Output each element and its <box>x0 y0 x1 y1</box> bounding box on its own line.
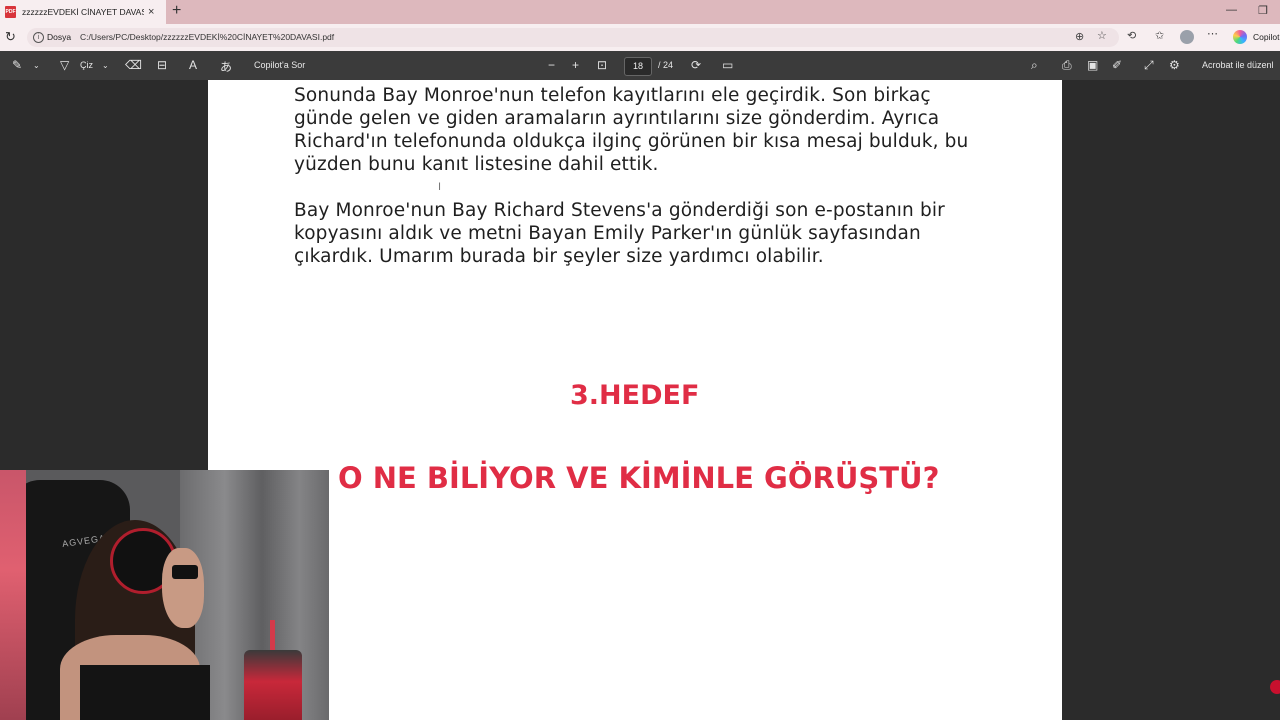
page-number-input[interactable]: 18 <box>624 57 652 76</box>
restore-icon[interactable]: ❐ <box>1258 4 1268 17</box>
text-icon[interactable]: ⊟ <box>157 58 167 72</box>
print-icon[interactable]: ⎙ <box>1062 58 1072 73</box>
fit-page-icon[interactable]: ⊡ <box>597 58 607 72</box>
zoom-icon[interactable]: ⊕ <box>1075 30 1084 43</box>
heading-target: 3.HEDEF <box>570 380 700 411</box>
rotate-icon[interactable]: ⟳ <box>691 58 701 72</box>
text-cursor-icon: I <box>438 181 442 193</box>
new-tab-button[interactable]: + <box>172 3 181 19</box>
pdf-icon: PDF <box>5 6 16 18</box>
tab-strip: PDF zzzzzzEVDEKİ CİNAYET DAVASI.pd × + —… <box>0 0 1280 24</box>
profile-icon[interactable] <box>1180 30 1194 44</box>
draw-icon[interactable]: ▽ <box>60 58 69 72</box>
copilot-button[interactable]: Copilot <box>1253 32 1279 42</box>
total-pages: / 24 <box>658 60 674 70</box>
highlight-icon[interactable]: ✎ <box>12 58 22 72</box>
refresh-icon[interactable]: ⟲ <box>1127 29 1136 42</box>
favorites-icon[interactable]: ✩ <box>1155 29 1164 42</box>
settings-icon[interactable]: ⚙ <box>1169 58 1180 72</box>
tab-close-icon[interactable]: × <box>148 6 154 18</box>
glasses <box>172 565 198 579</box>
paragraph-1: Sonunda Bay Monroe'nun telefon kayıtları… <box>294 85 969 175</box>
address-bar[interactable]: i Dosya C:/Users/PC/Desktop/zzzzzzEVDEKİ… <box>27 28 1119 47</box>
top-clothing <box>80 665 210 720</box>
face <box>162 548 204 628</box>
chevron-down-icon[interactable]: ⌄ <box>33 61 40 70</box>
tab-title: zzzzzzEVDEKİ CİNAYET DAVASI.pd <box>22 7 144 17</box>
zoom-out-button[interactable]: − <box>548 58 555 72</box>
pdf-toolbar: ✎ ⌄ ▽ Çiz ⌄ ⌫ ⊟ A あ Copilot'a Sor − + ⊡ … <box>0 51 1280 80</box>
copilot-icon[interactable] <box>1233 30 1247 44</box>
save-icon[interactable]: ▣ <box>1087 58 1098 72</box>
pdf-page: Sonunda Bay Monroe'nun telefon kayıtları… <box>208 80 1062 720</box>
chevron-down-icon[interactable]: ⌄ <box>102 61 109 70</box>
acrobat-edit-button[interactable]: Acrobat ile düzenl <box>1202 60 1274 70</box>
erase-icon[interactable]: ⌫ <box>125 58 142 72</box>
ask-copilot-button[interactable]: Copilot'a Sor <box>254 60 305 70</box>
zoom-in-button[interactable]: + <box>572 58 579 72</box>
address-label: Dosya <box>47 32 72 42</box>
search-icon[interactable]: ⌕ <box>1031 58 1038 73</box>
minimize-icon[interactable]: — <box>1226 4 1237 16</box>
draw-label[interactable]: Çiz <box>80 60 93 70</box>
two-page-icon[interactable]: ▭ <box>722 58 733 72</box>
url-text[interactable]: C:/Users/PC/Desktop/zzzzzzEVDEKİ%20CİNAY… <box>80 32 334 42</box>
translate-icon[interactable]: あ <box>220 58 232 75</box>
more-icon[interactable]: ⋯ <box>1207 27 1218 40</box>
red-light <box>0 470 26 720</box>
tab-active-pdf[interactable]: PDF zzzzzzEVDEKİ CİNAYET DAVASI.pd × <box>0 0 166 24</box>
reload-icon[interactable]: ↻ <box>5 29 16 45</box>
read-aloud-icon[interactable]: A <box>189 58 197 72</box>
webcam-overlay: AGVEGA <box>0 470 329 720</box>
heading-question: O NE BİLİYOR VE KİMİNLE GÖRÜŞTÜ? <box>338 461 940 495</box>
save-as-icon[interactable]: ✐ <box>1112 58 1122 72</box>
fullscreen-icon[interactable]: ⤢ <box>1144 58 1154 73</box>
acrobat-icon[interactable] <box>1270 680 1280 694</box>
address-row: ↻ i Dosya C:/Users/PC/Desktop/zzzzzzEVDE… <box>0 24 1280 51</box>
cup <box>244 650 302 720</box>
paragraph-2: Bay Monroe'nun Bay Richard Stevens'a gön… <box>294 200 945 267</box>
star-icon[interactable]: ☆ <box>1097 29 1107 42</box>
info-icon[interactable]: i <box>33 32 44 43</box>
